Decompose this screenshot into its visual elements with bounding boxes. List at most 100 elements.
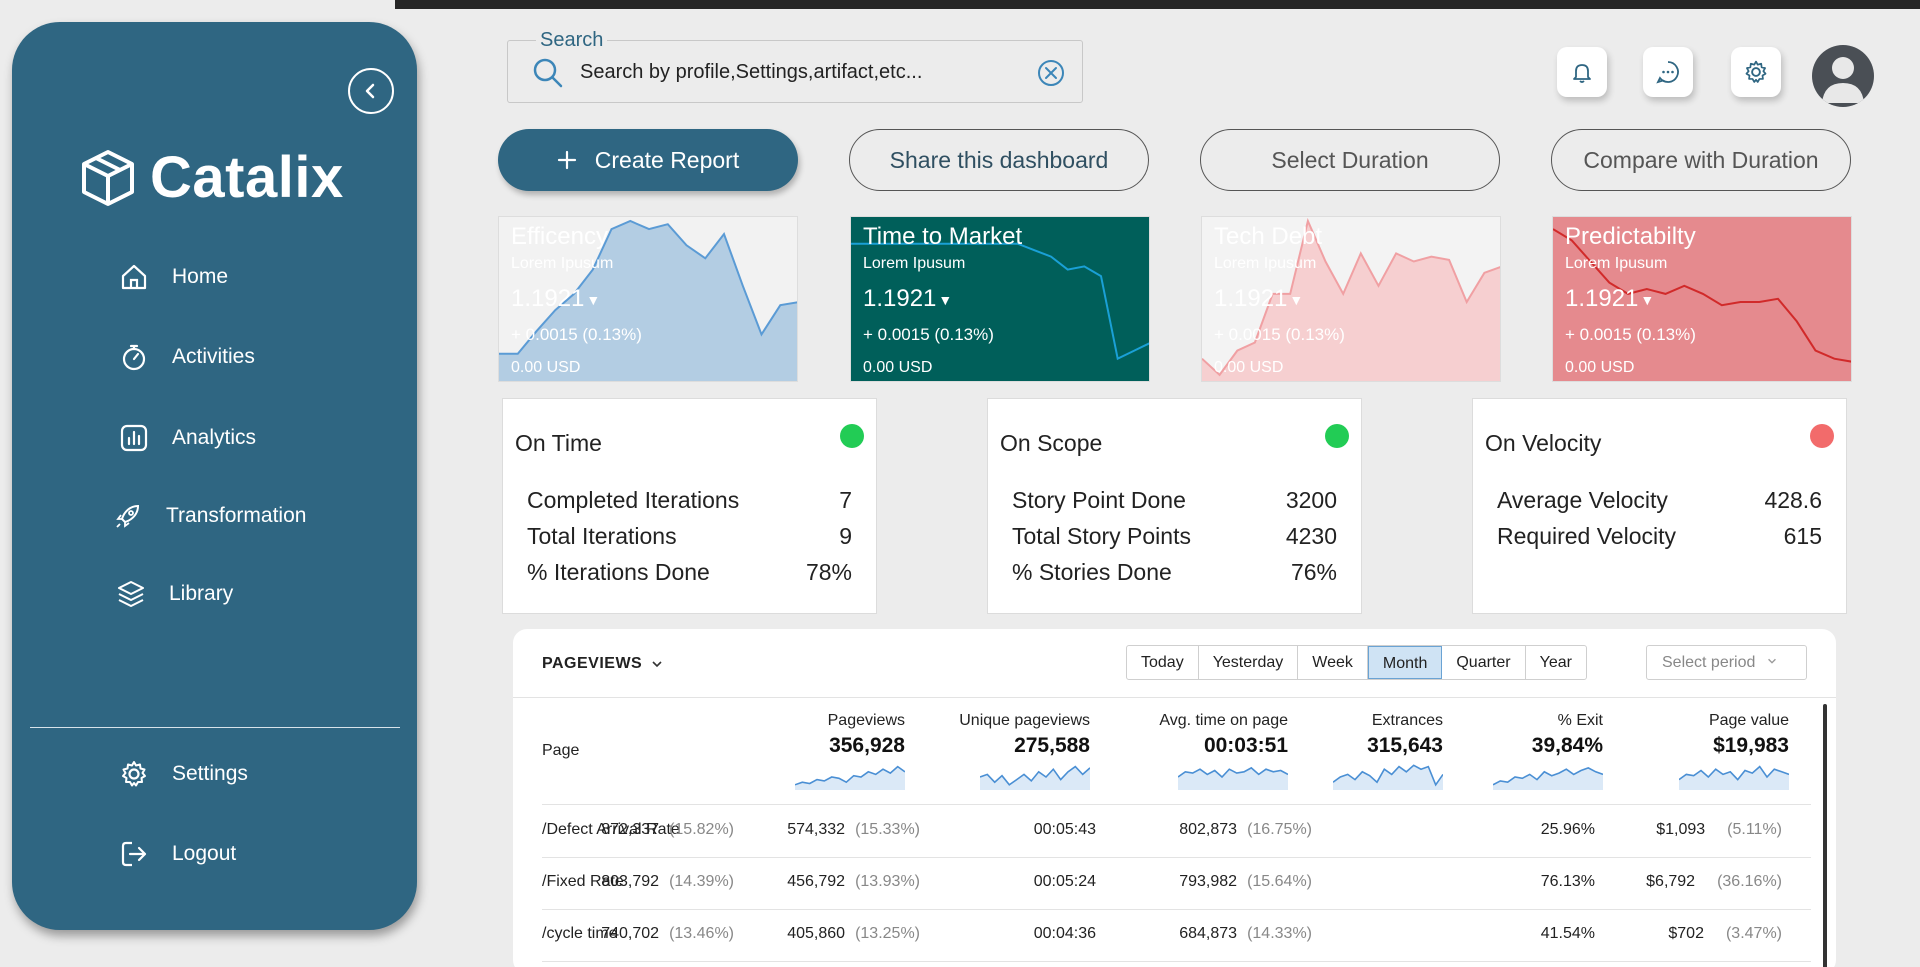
chevron-left-icon [365,83,375,99]
avatar[interactable] [1812,45,1874,107]
sidebar: Catalix Home Activities Analytics Transf… [12,22,417,930]
mini-card-value-text: 1.1921 [863,285,937,312]
table-row[interactable]: /Defect Arrival Rate 872,337 (15.82%) 574… [542,805,1811,857]
rocket-icon [116,504,140,528]
sidebar-item-logout[interactable]: Logout [118,838,236,870]
search-icon [533,58,563,88]
sidebar-item-library[interactable]: Library [115,578,233,610]
cell-avg-time: 00:04:36 [1033,925,1096,942]
search-input[interactable]: Search by profile,Settings,artifact,etc.… [580,61,922,84]
cell-page-value: $1,093 (5.11%) [1656,821,1782,839]
cell-avg-time: 00:05:24 [1033,873,1096,890]
value: 803,792 [601,873,660,890]
kpi-title: On Time [515,430,602,456]
kpi-row-label: Average Velocity [1497,487,1668,513]
chat-icon [1656,61,1679,84]
mini-card-change: + 0.0015 (0.13%) [1214,325,1345,344]
percent: (36.16%) [1717,873,1782,890]
mini-card-value: 1.1921 ▼ [1214,285,1303,313]
kpi-row: Completed Iterations 7 [527,487,852,514]
settings-button[interactable] [1731,47,1781,97]
status-dot [1325,424,1349,448]
percent: (13.46%) [669,925,734,942]
messages-button[interactable] [1643,47,1693,97]
kpi-card-on-velocity: On Velocity Average Velocity 428.6 Requir… [1472,398,1847,614]
percent: (16.75%) [1247,821,1312,838]
down-triangle-icon: ▼ [1640,291,1655,308]
create-report-button[interactable]: Create Report [498,129,798,191]
tab-yesterday[interactable]: Yesterday [1199,646,1299,679]
mini-card-time-to-market[interactable]: Time to Market Lorem Ipusum 1.1921 ▼ + 0.… [850,216,1150,382]
sidebar-item-transformation[interactable]: Transformation [112,500,306,532]
kpi-row: Story Point Done 3200 [1012,487,1337,514]
kpi-row: Average Velocity 428.6 [1497,487,1822,514]
select-period-label: Select period [1662,654,1756,671]
value: 684,873 [1179,925,1238,942]
mini-card-value: 1.1921 ▼ [511,285,600,313]
cell-exit: 25.96% [1540,821,1595,838]
mini-card-title: Predictabilty [1565,223,1696,250]
analytics-icon [120,424,148,452]
select-duration-button[interactable]: Select Duration [1200,129,1500,191]
column-label: Page value [1708,712,1789,729]
sparkline [1678,765,1790,790]
gear-icon [1745,60,1767,83]
cell-extrances: 802,873 (16.75%) [1179,821,1312,839]
kpi-row-value: 76% [1290,559,1337,585]
sidebar-item-analytics[interactable]: Analytics [118,422,256,454]
column-total: $19,983 [1713,734,1789,757]
kpi-card-on-time: On Time Completed Iterations 7 Total Iter… [502,398,877,614]
cell-page-value: $702 (3.47%) [1668,925,1782,943]
vertical-scrollbar[interactable] [1823,704,1827,967]
compare-duration-button[interactable]: Compare with Duration [1551,129,1851,191]
sidebar-item-label: Transformation [166,504,307,527]
sidebar-item-activities[interactable]: Activities [118,341,255,373]
table-row[interactable]: /cycle time 740,702 (13.46%) 405,860 (13.2… [542,909,1811,961]
mini-card-value-text: 1.1921 [1214,285,1288,312]
mini-card-tech-debt[interactable]: Tech Debt Lorem Ipusum 1.1921 ▼ + 0.0015 … [1201,216,1501,382]
sidebar-item-label: Settings [172,762,248,785]
notifications-button[interactable] [1557,47,1607,97]
sidebar-item-settings[interactable]: Settings [118,758,248,790]
search-field[interactable]: Search Search by profile,Settings,artifa… [507,29,1083,103]
table-row[interactable]: /Fixed Rate 803,792 (14.39%) 456,792 (13.9… [542,857,1811,909]
tab-month[interactable]: Month [1367,646,1443,679]
status-dot [1810,424,1834,448]
pageviews-dropdown[interactable]: PAGEVIEWS [542,655,664,673]
plus-icon [557,150,576,170]
kpi-row: Required Velocity 615 [1497,523,1822,550]
kpi-row-value: 3200 [1285,487,1337,513]
tab-year[interactable]: Year [1526,646,1586,679]
collapse-sidebar-button[interactable] [348,68,394,114]
mini-card-usd: 0.00 USD [511,359,581,376]
kpi-card-on-scope: On Scope Story Point Done 3200 Total Stor… [987,398,1362,614]
kpi-row-value: 615 [1783,523,1822,549]
value: 872,337 [601,821,660,838]
kpi-row-label: Total Story Points [1012,523,1191,549]
share-dashboard-label: Share this dashboard [889,146,1109,173]
cell-exit: 76.13% [1540,873,1595,890]
compare-duration-label: Compare with Duration [1583,146,1819,173]
value: 802,873 [1179,821,1238,838]
tab-today[interactable]: Today [1127,646,1199,679]
percent: (15.82%) [669,821,734,838]
cell-unique-pageviews: 405,860 (13.25%) [787,925,920,943]
tab-week[interactable]: Week [1298,646,1368,679]
mini-card-title: Time to Market [863,223,1023,250]
percent: (15.64%) [1247,873,1312,890]
kpi-title: On Scope [1000,430,1103,456]
cell-pageviews: 872,337 (15.82%) [601,821,734,839]
clear-search-icon[interactable] [1037,59,1065,87]
column-header-page-value: Page value $19,983 [1563,712,1790,795]
share-dashboard-button[interactable]: Share this dashboard [849,129,1149,191]
kpi-title: On Velocity [1485,430,1602,456]
mini-card-subtitle: Lorem Ipusum [1565,255,1668,272]
tab-quarter[interactable]: Quarter [1442,646,1526,679]
value: 456,792 [787,873,846,890]
mini-card-predictabilty[interactable]: Predictabilty Lorem Ipusum 1.1921 ▼ + 0.0… [1552,216,1852,382]
select-period-dropdown[interactable]: Select period [1646,645,1807,680]
cell-page-value: $6,792 (36.16%) [1646,873,1782,891]
sidebar-item-home[interactable]: Home [118,261,228,293]
layers-icon [118,581,144,607]
mini-card-efficency[interactable]: Efficency Lorem Ipusum 1.1921 ▼ + 0.0015 … [498,216,798,382]
